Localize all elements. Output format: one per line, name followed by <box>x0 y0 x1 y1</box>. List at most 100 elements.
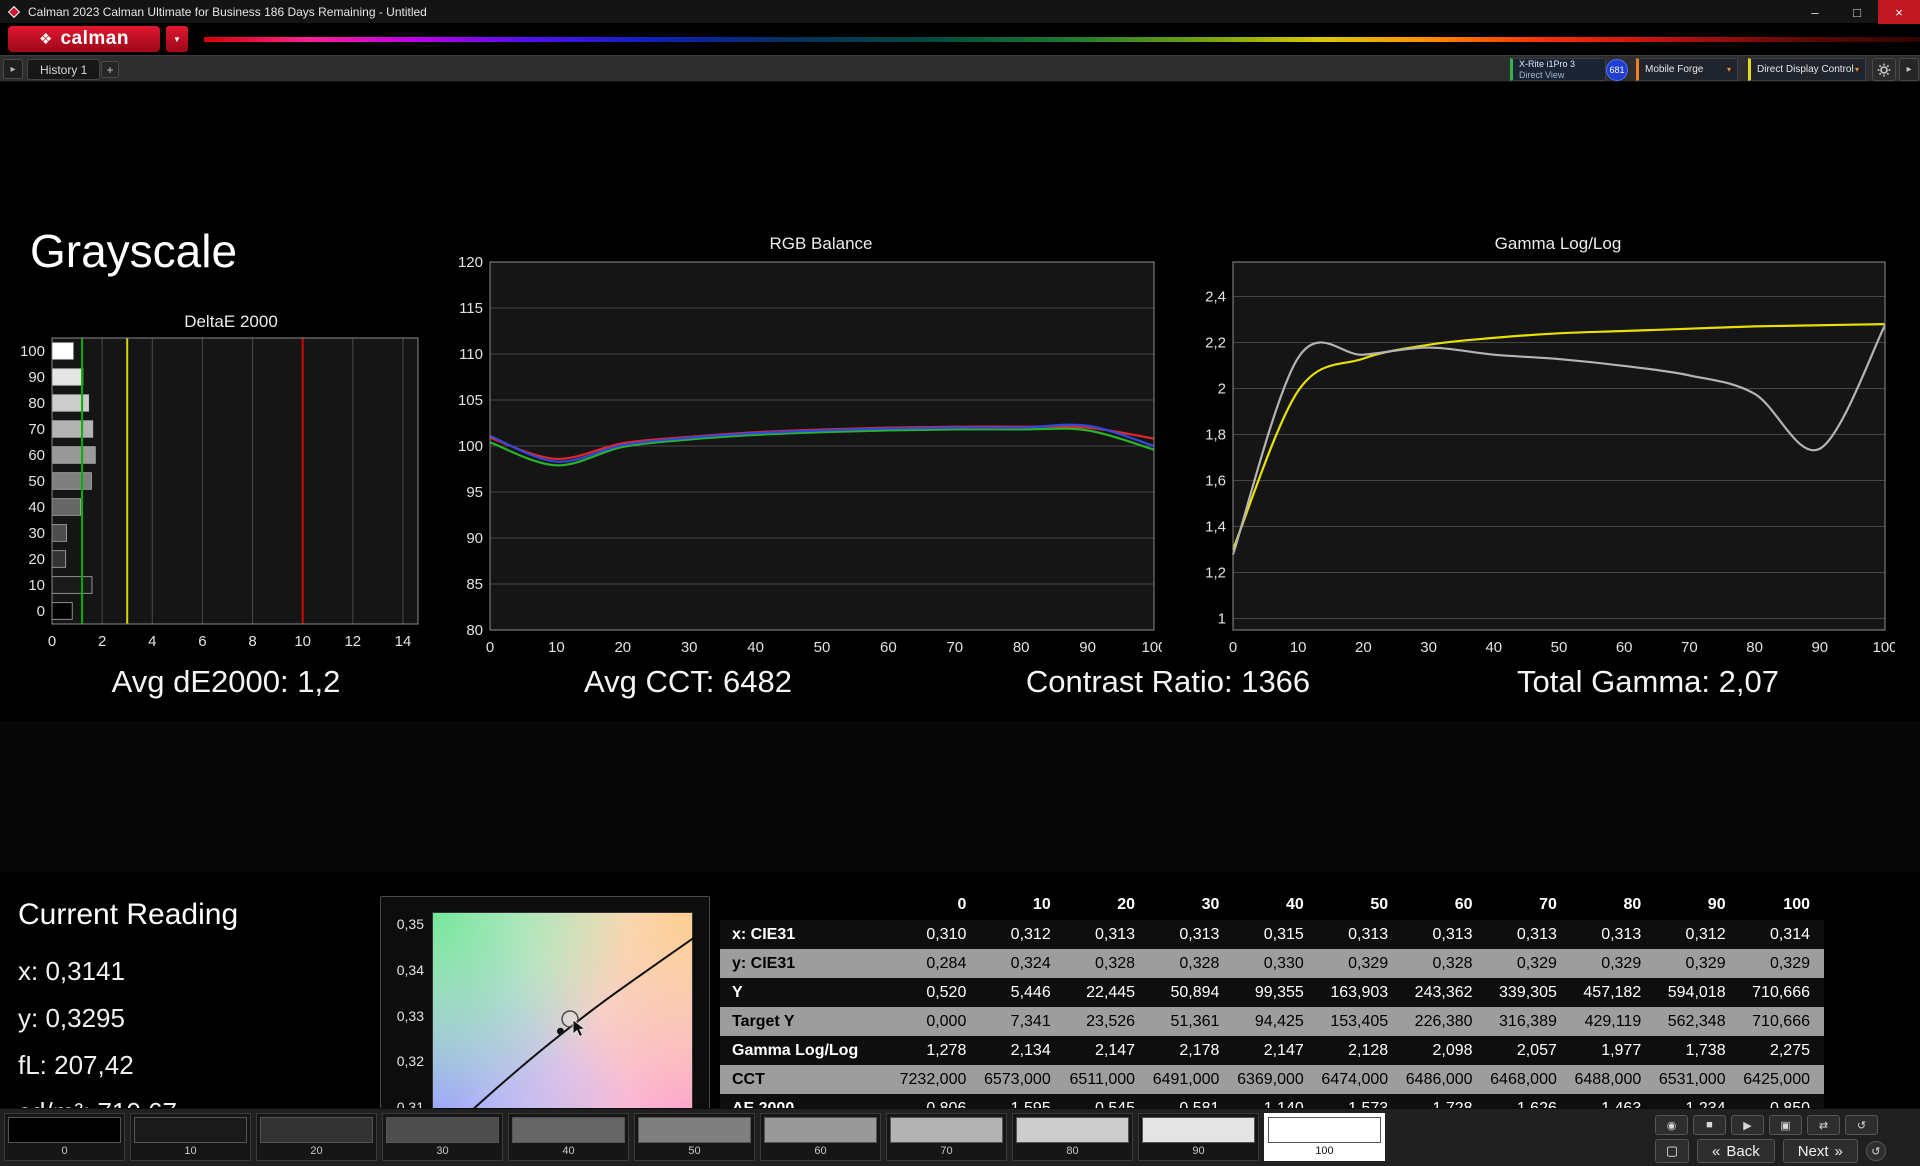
svg-text:40: 40 <box>1485 639 1502 656</box>
calman-logo-text: calman <box>60 28 128 50</box>
minimize-button[interactable]: – <box>1794 0 1836 24</box>
table-column-header: 70 <box>1487 890 1571 920</box>
patch-button-70[interactable]: 70 <box>886 1113 1007 1161</box>
patch-button-100[interactable]: 100 <box>1264 1113 1385 1161</box>
history-nav-arrow-icon[interactable]: ▸ <box>3 59 23 79</box>
table-cell: 6531,000 <box>1655 1065 1739 1094</box>
table-cell: 163,903 <box>1318 978 1402 1007</box>
svg-text:85: 85 <box>466 576 483 593</box>
table-cell: 6486,000 <box>1402 1065 1486 1094</box>
svg-text:60: 60 <box>880 639 897 656</box>
logo-menu-caret-icon[interactable]: ▼ <box>166 26 188 52</box>
table-cell: 99,355 <box>1233 978 1317 1007</box>
cie-y-tick: 0,35 <box>397 916 424 932</box>
play-icon[interactable]: ▶ <box>1731 1115 1764 1135</box>
patch-button-0[interactable]: 0 <box>4 1113 125 1161</box>
table-cell: 0,284 <box>896 949 980 978</box>
calman-logo[interactable]: ❖ calman <box>8 26 160 52</box>
table-cell: 94,425 <box>1233 1007 1317 1036</box>
reading-x-value: x: 0,3141 <box>18 956 125 987</box>
svg-text:20: 20 <box>614 639 631 656</box>
table-cell: 0,329 <box>1318 949 1402 978</box>
grayscale-page: Grayscale DeltaE 2000 024681012141009080… <box>0 82 1920 1108</box>
meter-read-icon[interactable]: ◉ <box>1655 1115 1688 1135</box>
repeat-icon[interactable]: ↺ <box>1866 1141 1886 1161</box>
svg-text:30: 30 <box>681 639 698 656</box>
table-cell: 1,278 <box>896 1036 980 1065</box>
patch-button-10[interactable]: 10 <box>130 1113 251 1161</box>
svg-text:2: 2 <box>98 633 106 650</box>
patch-button-20[interactable]: 20 <box>256 1113 377 1161</box>
table-row: y: CIE310,2840,3240,3280,3280,3300,3290,… <box>720 949 1824 978</box>
rgb-balance-chart: 8085909510010511011512001020304050607080… <box>450 254 1162 671</box>
table-cell: 226,380 <box>1402 1007 1486 1036</box>
patch-level-label: 70 <box>940 1145 952 1157</box>
meter-status-badge[interactable]: 681 <box>1606 59 1628 81</box>
svg-text:100: 100 <box>1872 639 1895 656</box>
patch-window-button[interactable]: ▢ <box>1655 1139 1689 1163</box>
patch-level-label: 80 <box>1066 1145 1078 1157</box>
svg-text:0: 0 <box>37 603 45 620</box>
table-cell: 0,324 <box>980 949 1064 978</box>
table-cell: 0,313 <box>1487 920 1571 949</box>
gamma-chart-title: Gamma Log/Log <box>1233 234 1883 254</box>
patch-button-30[interactable]: 30 <box>382 1113 503 1161</box>
stop-icon[interactable]: ■ <box>1693 1115 1726 1135</box>
patch-level-label: 0 <box>61 1145 67 1157</box>
svg-text:100: 100 <box>458 438 483 455</box>
rgb-balance-chart-title: RGB Balance <box>490 234 1152 254</box>
svg-text:80: 80 <box>1013 639 1030 656</box>
table-cell: 2,134 <box>980 1036 1064 1065</box>
close-button[interactable]: × <box>1878 0 1920 24</box>
chevron-down-icon: ▾ <box>1727 65 1731 74</box>
meter-device-button[interactable]: X-Rite i1Pro 3 Direct View <box>1510 58 1606 81</box>
patch-button-90[interactable]: 90 <box>1138 1113 1259 1161</box>
pattern-source-button[interactable]: Mobile Forge ▾ <box>1636 58 1738 81</box>
contrast-ratio-value: Contrast Ratio: 1366 <box>1026 664 1310 700</box>
swap-icon[interactable]: ⇄ <box>1807 1115 1840 1135</box>
table-cell: 710,666 <box>1740 1007 1824 1036</box>
chart-icon[interactable]: ▣ <box>1769 1115 1802 1135</box>
add-tab-button[interactable]: + <box>101 61 119 78</box>
table-column-header: 50 <box>1318 890 1402 920</box>
next-button[interactable]: Next » <box>1783 1139 1858 1163</box>
workflow-advance-icon[interactable]: ▸ <box>1899 58 1919 81</box>
table-cell: 0,329 <box>1740 949 1824 978</box>
svg-text:60: 60 <box>28 447 45 464</box>
back-button[interactable]: « Back <box>1697 1139 1775 1163</box>
display-control-button[interactable]: Direct Display Control ▾ <box>1748 58 1866 81</box>
window-title: Calman 2023 Calman Ultimate for Business… <box>28 5 427 19</box>
svg-text:10: 10 <box>548 639 565 656</box>
table-column-header: 90 <box>1655 890 1739 920</box>
svg-text:1,4: 1,4 <box>1205 519 1226 536</box>
svg-text:70: 70 <box>1681 639 1698 656</box>
patch-level-label: 100 <box>1315 1145 1333 1157</box>
patch-button-60[interactable]: 60 <box>760 1113 881 1161</box>
settings-gear-icon[interactable] <box>1872 58 1896 81</box>
table-row-label: y: CIE31 <box>720 949 896 978</box>
cursor-icon <box>573 1020 585 1036</box>
patch-button-80[interactable]: 80 <box>1012 1113 1133 1161</box>
table-row-label: Gamma Log/Log <box>720 1036 896 1065</box>
maximize-button[interactable]: □ <box>1836 0 1878 24</box>
refresh-icon[interactable]: ↺ <box>1845 1115 1878 1135</box>
deltae-chart: 024681012141009080706050403020100 <box>8 328 428 665</box>
table-row: CCT7232,0006573,0006511,0006491,0006369,… <box>720 1065 1824 1094</box>
table-column-header: 80 <box>1571 890 1655 920</box>
table-cell: 429,119 <box>1571 1007 1655 1036</box>
table-cell: 0,328 <box>1402 949 1486 978</box>
svg-text:105: 105 <box>458 392 483 409</box>
patch-button-40[interactable]: 40 <box>508 1113 629 1161</box>
table-cell: 6573,000 <box>980 1065 1064 1094</box>
patch-button-50[interactable]: 50 <box>634 1113 755 1161</box>
patch-chip <box>386 1117 499 1143</box>
patch-level-label: 10 <box>184 1145 196 1157</box>
svg-text:50: 50 <box>28 473 45 490</box>
tab-history-1[interactable]: History 1 <box>27 59 100 80</box>
table-cell: 0,000 <box>896 1007 980 1036</box>
table-cell: 0,313 <box>1149 920 1233 949</box>
table-row: Gamma Log/Log1,2782,1342,1472,1782,1472,… <box>720 1036 1824 1065</box>
table-column-header: 20 <box>1065 890 1149 920</box>
svg-text:115: 115 <box>459 300 483 317</box>
table-column-header: 60 <box>1402 890 1486 920</box>
